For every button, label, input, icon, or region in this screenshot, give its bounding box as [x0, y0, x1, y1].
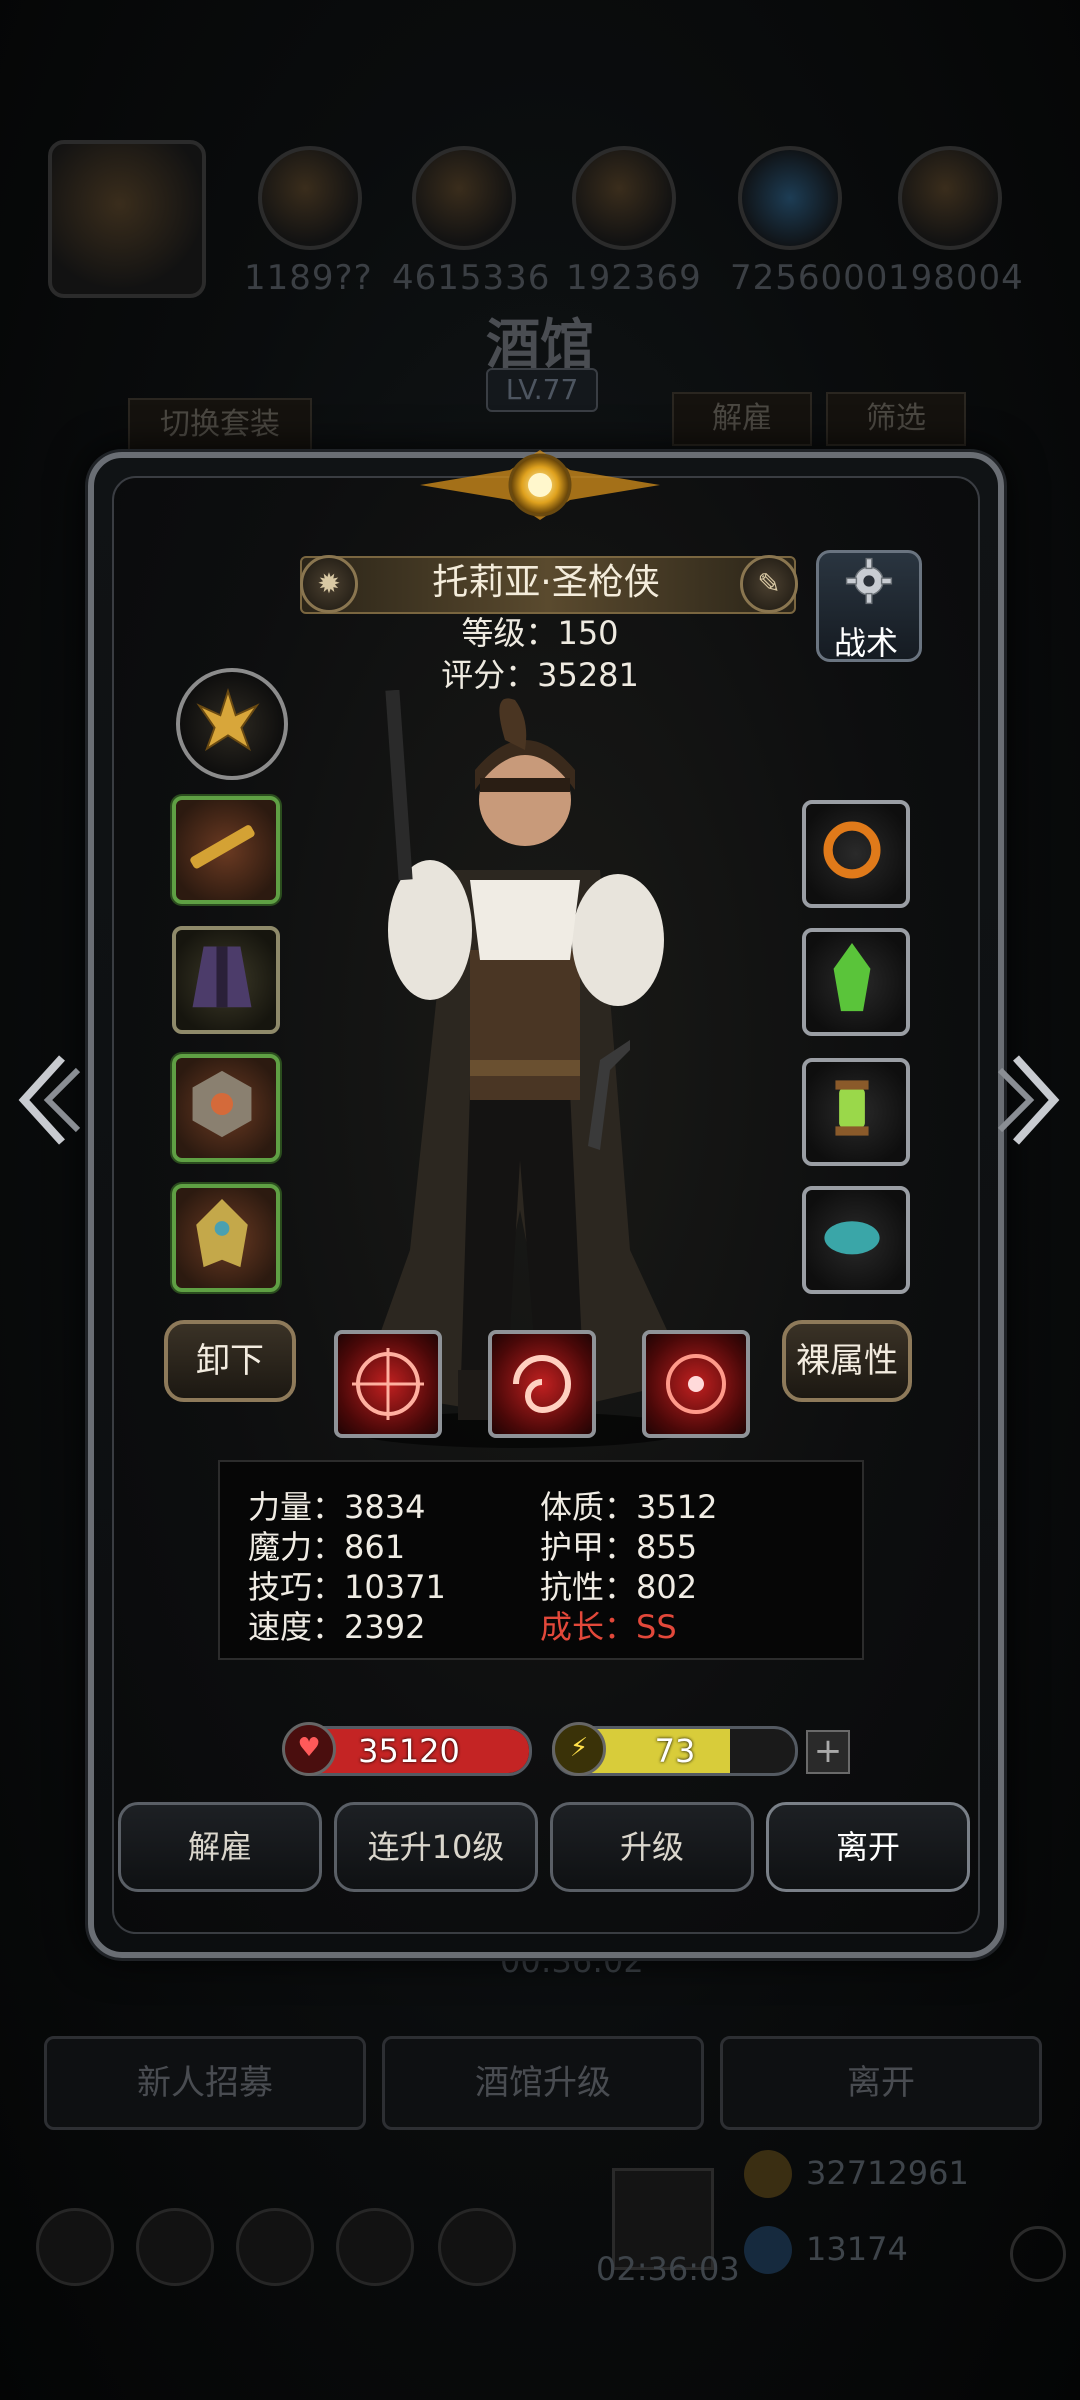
tavern-upgrade-button[interactable]: 酒馆升级 [382, 2036, 704, 2130]
gift-timer: 02:36:03 [596, 2250, 740, 2288]
prev-hero-arrow-icon[interactable] [14, 1050, 84, 1150]
tavern-avatar-icon[interactable] [48, 140, 206, 298]
skill-slot-3[interactable] [642, 1330, 750, 1438]
equip-slot-weapon[interactable] [172, 796, 280, 904]
gold-value: 32712961 [806, 2154, 969, 2192]
skill-slot-2[interactable] [488, 1330, 596, 1438]
golden-wings-icon [196, 688, 260, 752]
crosshair-skill-icon [352, 1348, 424, 1420]
resource-value: 192369 [566, 258, 702, 298]
golden-helmet-icon [196, 1199, 248, 1268]
equip-slot-ring[interactable] [802, 800, 910, 908]
lantern-icon [835, 1080, 869, 1136]
flame-ring-icon [823, 821, 881, 879]
gem-value: 13174 [806, 2230, 908, 2268]
dismiss-top-button[interactable]: 解雇 [672, 392, 812, 446]
equip-slot-armor[interactable] [172, 926, 280, 1034]
equip-slot-shield[interactable] [172, 1054, 280, 1162]
next-hero-arrow-icon[interactable] [994, 1050, 1064, 1150]
nav-icon[interactable] [336, 2208, 414, 2286]
filter-button[interactable]: 筛选 [826, 392, 966, 446]
resource-wood-icon [412, 146, 516, 250]
gem-icon [744, 2226, 792, 2274]
stat-growth: 成长：SS [540, 1608, 677, 1646]
level-up-10-button[interactable]: 连升10级 [334, 1802, 538, 1892]
golden-emblem-icon [420, 450, 660, 520]
swirl-skill-icon [513, 1355, 571, 1414]
resource-stone-icon [572, 146, 676, 250]
heart-icon: ♥ [282, 1722, 336, 1776]
switch-outfit-button[interactable]: 切换套装 [128, 398, 312, 452]
robe-armor-icon [192, 946, 252, 1008]
unequip-button[interactable]: 卸下 [164, 1320, 296, 1402]
hero-level: 等级：150 [461, 614, 619, 652]
nav-icon[interactable] [438, 2208, 516, 2286]
tavern-level: LV.77 [486, 368, 598, 412]
stat-speed: 速度：2392 [248, 1608, 426, 1646]
equip-slot-helmet[interactable] [172, 1184, 280, 1292]
add-currency-icon[interactable] [1010, 2226, 1066, 2282]
resource-value: 198004 [888, 258, 1024, 298]
edit-name-icon[interactable]: ✎ [740, 555, 798, 613]
skill-slot-1[interactable] [334, 1330, 442, 1438]
leave-tavern-button[interactable]: 离开 [720, 2036, 1042, 2130]
golden-rifle-icon [190, 825, 255, 869]
resource-value: 1189?? [244, 258, 373, 298]
green-crystal-icon [833, 943, 871, 1012]
hero-name: 托莉亚·圣枪侠 [432, 562, 660, 603]
base-attributes-button[interactable]: 裸属性 [782, 1320, 912, 1402]
add-energy-button[interactable]: + [806, 1730, 850, 1774]
equip-slot-stone[interactable] [802, 1186, 910, 1294]
cyan-stone-icon [824, 1221, 880, 1255]
resource-feather-icon [898, 146, 1002, 250]
leave-dialog-button[interactable]: 离开 [766, 1802, 970, 1892]
equip-slot-lantern[interactable] [802, 1058, 910, 1166]
nav-icon[interactable] [136, 2208, 214, 2286]
lightning-icon: ⚡ [552, 1722, 606, 1776]
nav-icon[interactable] [236, 2208, 314, 2286]
equip-slot-crystal[interactable] [802, 928, 910, 1036]
recruit-button[interactable]: 新人招募 [44, 2036, 366, 2130]
rank-badge-icon[interactable] [176, 668, 288, 780]
resource-value: 7256000 [730, 258, 889, 298]
level-up-button[interactable]: 升级 [550, 1802, 754, 1892]
nav-icon[interactable] [36, 2208, 114, 2286]
resource-crystal-icon [738, 146, 842, 250]
shield-gem-icon [192, 1070, 252, 1138]
resource-value: 4615336 [392, 258, 551, 298]
resource-ore-icon [258, 146, 362, 250]
target-skill-icon [666, 1354, 726, 1414]
gold-icon [744, 2150, 792, 2198]
dismiss-hero-button[interactable]: 解雇 [118, 1802, 322, 1892]
